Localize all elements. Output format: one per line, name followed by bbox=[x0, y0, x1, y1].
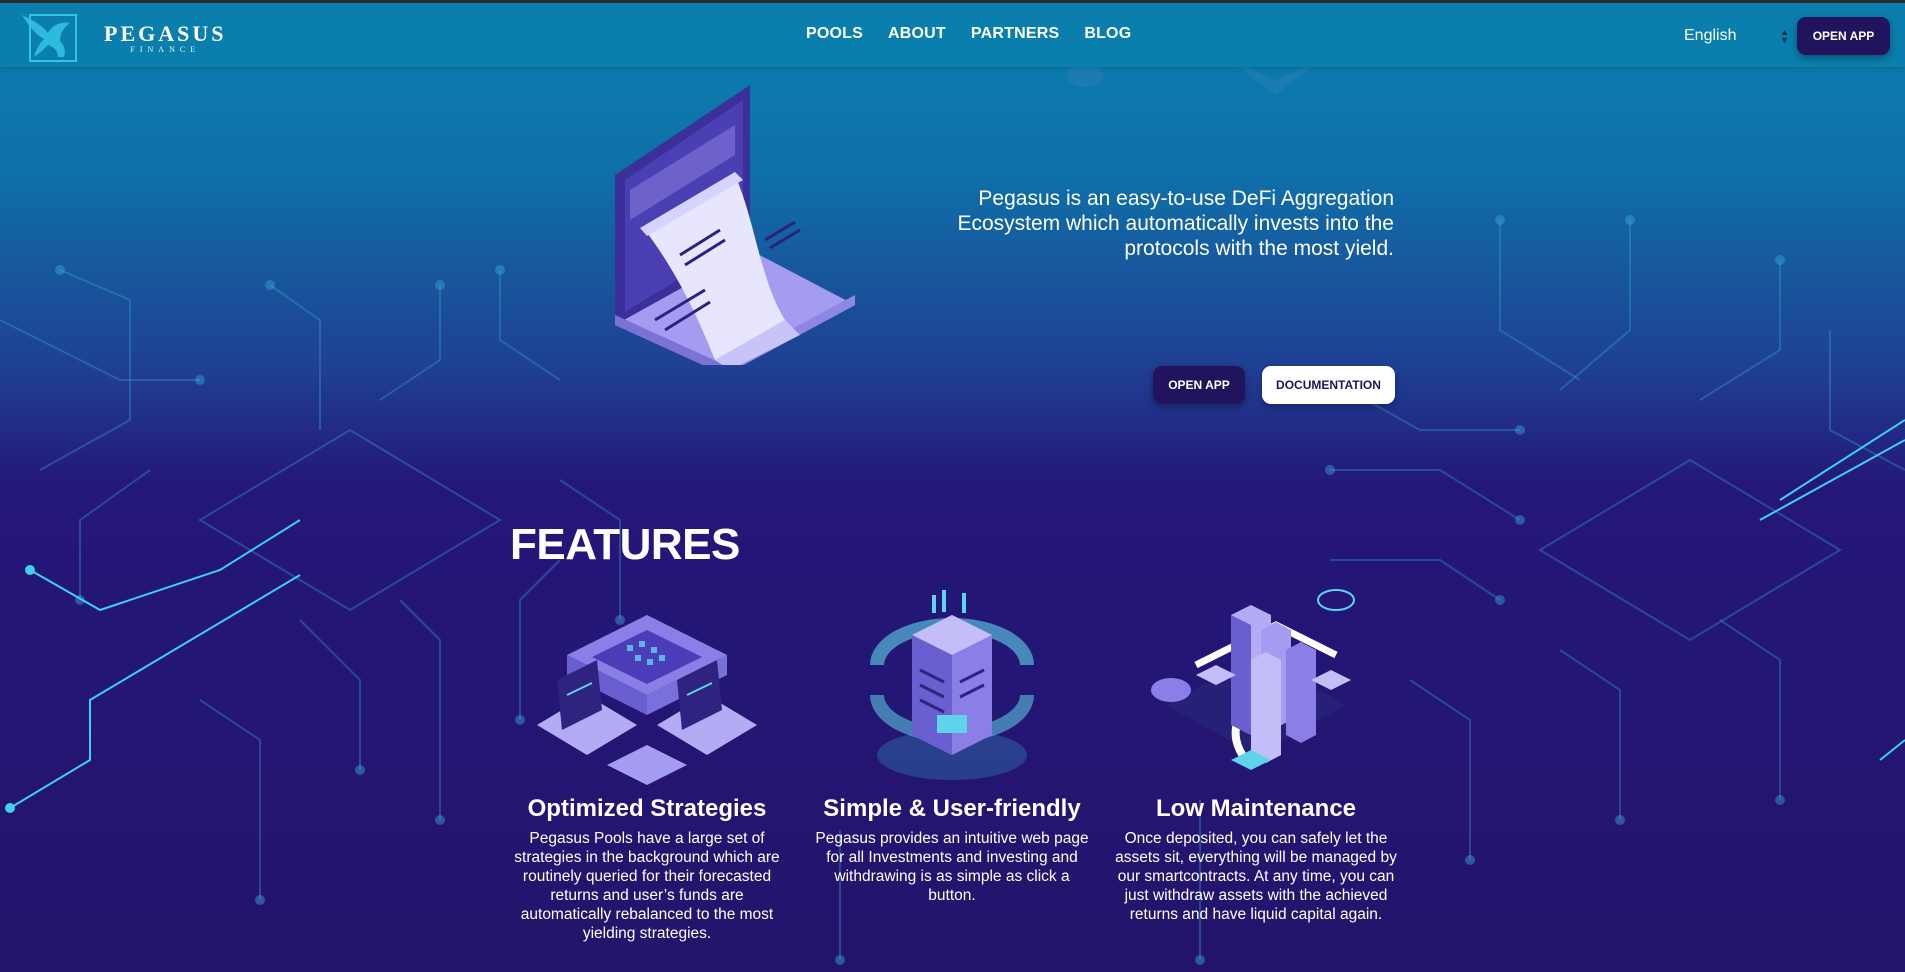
top-navbar: PEGASUS FINANCE POOLS ABOUT PARTNERS BLO… bbox=[0, 0, 1905, 67]
pegasus-logo-icon bbox=[22, 14, 77, 62]
select-arrows-icon: ▲ ▼ bbox=[1780, 27, 1789, 45]
hero-open-app-button[interactable]: OPEN APP bbox=[1153, 366, 1245, 404]
nav-link-pools[interactable]: POOLS bbox=[806, 25, 863, 43]
nav-link-partners[interactable]: PARTNERS bbox=[971, 25, 1059, 43]
brand-wordmark: PEGASUS FINANCE bbox=[104, 21, 226, 54]
language-selected: English bbox=[1684, 27, 1737, 44]
feature-card-low-maintenance: Low Maintenance Once deposited, you can … bbox=[1115, 585, 1397, 924]
brand-logo[interactable]: PEGASUS FINANCE bbox=[18, 11, 226, 63]
city-buildings-icon bbox=[1151, 589, 1355, 770]
main-menu: POOLS ABOUT PARTNERS BLOG bbox=[806, 25, 1131, 43]
documentation-button[interactable]: DOCUMENTATION bbox=[1262, 366, 1395, 404]
nav-open-app-button[interactable]: OPEN APP bbox=[1797, 17, 1890, 55]
feature-title: Simple & User-friendly bbox=[823, 795, 1081, 822]
feature-description: Once deposited, you can safely let the a… bbox=[1115, 830, 1397, 923]
brand-name: PEGASUS bbox=[104, 20, 227, 46]
feature-title: Optimized Strategies bbox=[527, 795, 767, 822]
hero-description: Pegasus is an easy-to-use DeFi Aggregati… bbox=[957, 187, 1394, 260]
feature-card-simple-user-friendly: Simple & User-friendly Pegasus provides … bbox=[811, 585, 1093, 905]
server-ring-icon bbox=[870, 590, 1034, 780]
language-select[interactable]: English ▲ ▼ bbox=[1684, 25, 1789, 47]
feature-description: Pegasus Pools have a large set of strate… bbox=[514, 830, 780, 942]
nav-link-about[interactable]: ABOUT bbox=[888, 25, 946, 43]
laptops-network-icon bbox=[537, 615, 757, 785]
laptop-receipt-illustration bbox=[615, 85, 855, 365]
feature-title: Low Maintenance bbox=[1155, 795, 1357, 822]
feature-card-optimized-strategies: Optimized Strategies Pegasus Pools have … bbox=[506, 585, 788, 943]
features-heading: FEATURES bbox=[510, 520, 740, 569]
feature-description: Pegasus provides an intuitive web page f… bbox=[815, 830, 1089, 904]
nav-link-blog[interactable]: BLOG bbox=[1084, 25, 1131, 43]
